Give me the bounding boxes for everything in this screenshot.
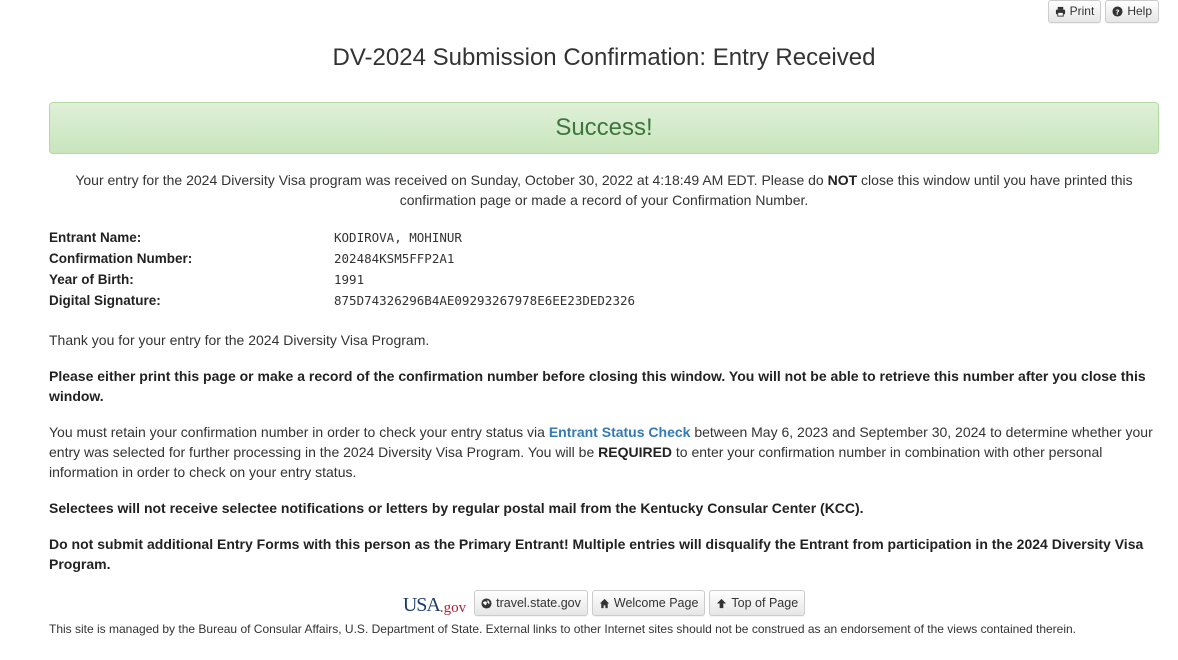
field-confirmation-number: Confirmation Number: 202484KSM5FFP2A1 <box>49 248 635 269</box>
field-entrant-name: Entrant Name: KODIROVA, MOHINUR <box>49 227 635 248</box>
retain-text: You must retain your confirmation number… <box>49 422 1159 482</box>
footer-disclaimer: This site is managed by the Bureau of Co… <box>49 622 1077 636</box>
field-value: 875D74326296B4AE09293267978E6EE23DED2326 <box>334 293 636 308</box>
travel-state-gov-button[interactable]: travel.state.gov <box>474 590 588 616</box>
top-of-page-button[interactable]: Top of Page <box>709 590 806 616</box>
field-year-of-birth: Year of Birth: 1991 <box>49 269 635 290</box>
field-value: 1991 <box>334 272 365 287</box>
multiple-entries-warning: Do not submit additional Entry Forms wit… <box>49 536 1144 572</box>
question-circle-icon: ? <box>1112 6 1123 17</box>
field-label: Confirmation Number: <box>49 251 193 266</box>
entry-details: Entrant Name: KODIROVA, MOHINUR Confirma… <box>49 227 635 311</box>
field-label: Entrant Name: <box>49 230 142 245</box>
entrant-status-check-link[interactable]: Entrant Status Check <box>549 424 691 440</box>
svg-text:?: ? <box>1116 7 1120 16</box>
field-label: Year of Birth: <box>49 272 134 287</box>
help-label: Help <box>1127 4 1152 18</box>
success-text: Success! <box>555 114 653 141</box>
usagov-logo-usa: USA <box>402 594 441 616</box>
field-label: Digital Signature: <box>49 293 161 308</box>
thanks-text: Thank you for your entry for the 2024 Di… <box>49 332 430 348</box>
field-digital-signature: Digital Signature: 875D74326296B4AE09293… <box>49 290 635 311</box>
usagov-logo-gov: .gov <box>439 600 467 616</box>
travel-label: travel.state.gov <box>496 596 581 610</box>
retain-emphasis: REQUIRED <box>598 444 673 460</box>
welcome-page-button[interactable]: Welcome Page <box>591 590 706 616</box>
help-button[interactable]: ? Help <box>1105 0 1159 23</box>
welcome-label: Welcome Page <box>613 596 699 610</box>
field-value: KODIROVA, MOHINUR <box>334 230 462 245</box>
field-value: 202484KSM5FFP2A1 <box>334 251 455 266</box>
print-button[interactable]: Print <box>1047 0 1102 23</box>
success-alert: Success! <box>49 102 1159 154</box>
top-toolbar: Print ? Help <box>1047 0 1159 23</box>
arrow-up-icon <box>717 598 727 608</box>
usagov-logo[interactable]: USA .gov <box>403 589 466 617</box>
globe-icon <box>481 597 492 609</box>
retain-part1: You must retain your confirmation number… <box>49 424 549 440</box>
printer-icon <box>1055 6 1065 17</box>
print-warning: Please either print this page or make a … <box>49 368 1146 404</box>
page-title: DV-2024 Submission Confirmation: Entry R… <box>332 44 876 71</box>
footer-links: USA .gov travel.state.gov Welcome Page To… <box>0 589 1178 617</box>
selectees-notice: Selectees will not receive selectee noti… <box>49 500 864 516</box>
intro-emphasis: NOT <box>827 172 858 188</box>
home-icon <box>599 598 609 608</box>
intro-part1: Your entry for the 2024 Diversity Visa p… <box>75 172 828 188</box>
top-label: Top of Page <box>731 596 799 610</box>
print-label: Print <box>1069 4 1095 18</box>
intro-text: Your entry for the 2024 Diversity Visa p… <box>49 170 1159 210</box>
